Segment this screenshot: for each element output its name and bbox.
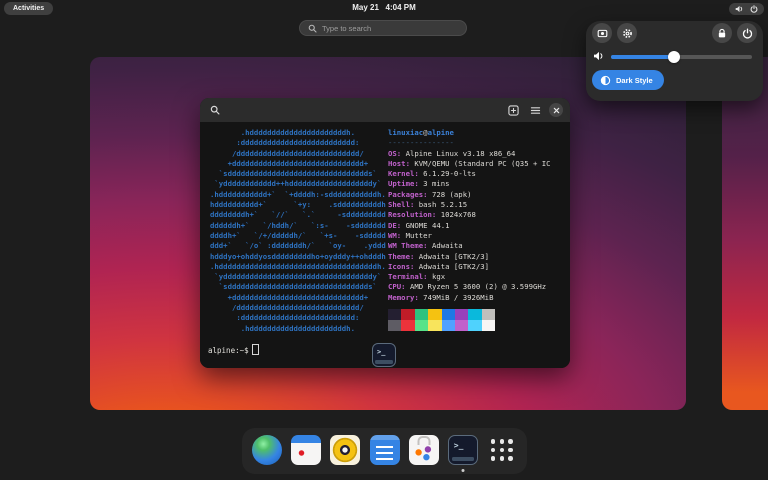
settings-gear-button[interactable]	[617, 23, 637, 43]
volume-slider[interactable]	[611, 55, 752, 59]
clock[interactable]: May 21 4:04 PM	[0, 3, 768, 12]
music-icon	[330, 435, 360, 465]
workspace-preview-next[interactable]	[722, 57, 768, 410]
calendar-icon	[291, 435, 321, 465]
system-status-area[interactable]	[729, 3, 764, 15]
dock-icon-app-grid[interactable]	[486, 433, 518, 469]
dock-icon-calendar[interactable]	[290, 433, 322, 469]
close-button[interactable]	[549, 103, 563, 117]
lock-screen-button[interactable]	[712, 23, 732, 43]
neofetch-ascii-art: .hddddddddddddddddddddddh. :dddddddddddd…	[210, 128, 386, 334]
dark-style-moon-icon	[600, 75, 611, 86]
power-icon	[750, 5, 758, 13]
terminal-search-button[interactable]	[207, 102, 223, 118]
dock-icon-files[interactable]	[369, 433, 401, 469]
palette-row-normal	[388, 309, 551, 320]
dock-icon-music[interactable]	[329, 433, 361, 469]
top-bar: Activities May 21 4:04 PM	[0, 0, 768, 16]
shell-prompt: alpine:~$	[208, 344, 259, 355]
palette-row-bright	[388, 320, 551, 331]
dark-style-toggle[interactable]: Dark Style	[592, 70, 664, 90]
search-bar[interactable]	[299, 20, 467, 36]
terminal-cursor	[252, 344, 259, 355]
app-grid-icon	[489, 437, 515, 463]
volume-slider-handle[interactable]	[668, 51, 680, 63]
dark-style-label: Dark Style	[616, 76, 653, 85]
dock-icon-console[interactable]	[447, 433, 479, 469]
console-window-app-icon[interactable]	[372, 343, 396, 367]
dock	[242, 428, 527, 474]
terminal-window[interactable]: .hddddddddddddddddddddddh. :dddddddddddd…	[200, 98, 570, 368]
menu-button[interactable]	[527, 102, 543, 118]
speaker-icon	[735, 5, 744, 13]
quick-settings-panel: Dark Style	[586, 21, 763, 101]
terminal-content: .hddddddddddddddddddddddh. :dddddddddddd…	[200, 122, 570, 368]
dock-icon-web-browser[interactable]	[251, 433, 283, 469]
power-menu-button[interactable]	[737, 23, 757, 43]
screenshot-button[interactable]	[592, 23, 612, 43]
files-icon	[370, 435, 400, 465]
volume-slider-fill	[611, 55, 674, 59]
dock-icon-software[interactable]	[408, 433, 440, 469]
terminal-titlebar	[200, 98, 570, 122]
web-browser-icon	[252, 435, 282, 465]
search-icon	[308, 24, 317, 33]
console-icon	[448, 435, 478, 465]
search-input[interactable]	[322, 24, 458, 33]
running-indicator	[461, 469, 464, 472]
software-icon	[409, 435, 439, 465]
new-tab-button[interactable]	[505, 102, 521, 118]
volume-icon	[593, 51, 605, 61]
neofetch-info: linuxiac@alpine---------------OS: Alpine…	[388, 128, 551, 331]
